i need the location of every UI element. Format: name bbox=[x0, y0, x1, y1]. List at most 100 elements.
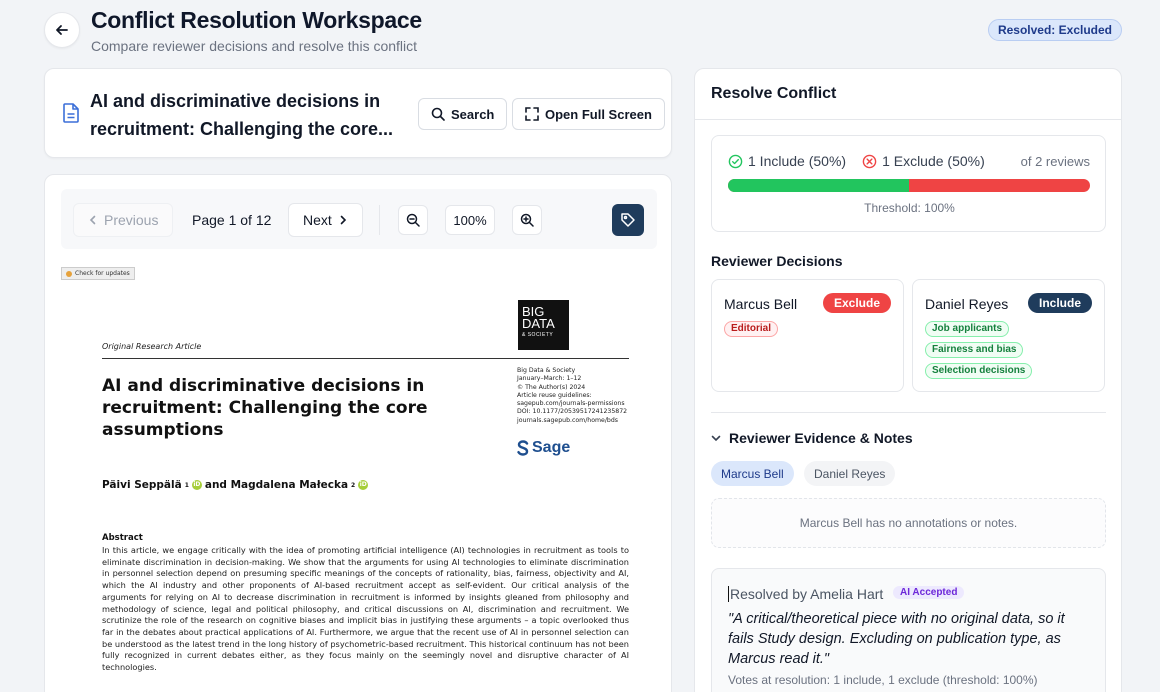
document-title: AI and discriminative decisions in recru… bbox=[90, 91, 394, 139]
journal-logo: BIG DATA & SOCIETY bbox=[518, 300, 569, 350]
zoom-in-button[interactable] bbox=[512, 205, 542, 235]
author-1-affiliation: 1 bbox=[184, 481, 189, 489]
total-reviews: of 2 reviews bbox=[1020, 153, 1090, 169]
crossmark-icon bbox=[66, 270, 72, 277]
author-2: and Magdalena Małecka bbox=[204, 479, 349, 491]
logo-line-3: & SOCIETY bbox=[522, 332, 554, 338]
vote-summary-card: 1 Include (50%) 1 Exclude (50%) of 2 rev… bbox=[711, 135, 1106, 232]
search-button-label: Search bbox=[451, 106, 495, 122]
resolve-conflict-title: Resolve Conflict bbox=[711, 85, 837, 102]
exclude-count: 1 Exclude (50%) bbox=[862, 153, 985, 169]
previous-label: Previous bbox=[104, 212, 159, 228]
pdf-page: Check for updates BIG DATA & SOCIETY Ori… bbox=[45, 263, 671, 692]
threshold-label: Threshold: 100% bbox=[864, 201, 955, 215]
file-text-icon bbox=[63, 103, 79, 123]
open-full-screen-label: Open Full Screen bbox=[545, 106, 652, 122]
abstract-text: In this article, we engage critically wi… bbox=[102, 545, 629, 673]
previous-page-button[interactable]: Previous bbox=[73, 203, 174, 237]
resolve-conflict-panel: Resolve Conflict 1 Include (50%) 1 Exclu… bbox=[694, 68, 1122, 692]
include-count-text: 1 Include (50%) bbox=[748, 153, 847, 169]
status-badge: Resolved: Excluded bbox=[987, 19, 1122, 41]
reviewer-tags: Editorial bbox=[724, 321, 779, 337]
document-header: AI and discriminative decisions in recru… bbox=[44, 68, 672, 158]
abstract-heading: Abstract bbox=[102, 533, 143, 543]
viewer-toolbar: Previous Page 1 of 12 Next 100% bbox=[61, 189, 657, 249]
paper-title: AI and discriminative decisions in recru… bbox=[102, 376, 428, 440]
page-header: Conflict Resolution Workspace Compare re… bbox=[0, 0, 1160, 68]
exclude-count-text: 1 Exclude (50%) bbox=[882, 153, 985, 169]
zoom-in-icon bbox=[520, 213, 534, 227]
zoom-level: 100% bbox=[445, 205, 495, 235]
document-panel: AI and discriminative decisions in recru… bbox=[44, 68, 672, 692]
journal-info-line: January–March: 1–12 bbox=[517, 375, 582, 383]
page-subtitle: Compare reviewer decisions and resolve t… bbox=[91, 38, 418, 54]
decision-badge-exclude: Exclude bbox=[822, 293, 891, 313]
reviewer-card-daniel-reyes: Daniel Reyes Include Job applicants Fair… bbox=[912, 279, 1105, 392]
journal-info: Big Data & Society January–March: 1–12 ©… bbox=[517, 367, 642, 425]
journal-info-line: Big Data & Society bbox=[517, 367, 576, 374]
reason-tag: Fairness and bias bbox=[925, 342, 1024, 358]
page-indicator: Page 1 of 12 bbox=[192, 212, 272, 228]
chevron-down-icon bbox=[711, 435, 721, 442]
reason-tag: Editorial bbox=[724, 321, 779, 337]
check-circle-icon bbox=[728, 154, 743, 168]
maximize-icon bbox=[525, 107, 539, 121]
search-button[interactable]: Search bbox=[418, 98, 508, 130]
ai-accepted-badge: AI Accepted bbox=[893, 586, 965, 599]
vote-counts: 1 Include (50%) 1 Exclude (50%) of 2 rev… bbox=[728, 153, 1090, 169]
reviewer-name: Marcus Bell bbox=[724, 296, 798, 312]
reason-tag: Selection decisions bbox=[925, 363, 1033, 379]
journal-info-line: DOI: 10.1177/20539517241235872 bbox=[517, 408, 628, 416]
evidence-notes-heading: Reviewer Evidence & Notes bbox=[729, 430, 913, 446]
reviewer-decisions-heading: Reviewer Decisions bbox=[711, 253, 843, 269]
paper-authors: Päivi Seppälä 1 iD and Magdalena Małecka 2… bbox=[102, 479, 369, 491]
next-label: Next bbox=[303, 212, 332, 228]
resolution-card: Resolved by Amelia Hart AI Accepted "A c… bbox=[711, 568, 1106, 692]
check-for-updates-badge[interactable]: Check for updates bbox=[61, 267, 135, 280]
author-1: Päivi Seppälä bbox=[102, 479, 182, 491]
sage-s-icon bbox=[517, 440, 529, 456]
article-type: Original Research Article bbox=[102, 342, 202, 351]
back-button[interactable] bbox=[44, 12, 80, 48]
reviewer-tags: Job applicants Fairness and bias Selecti… bbox=[925, 321, 1033, 379]
tab-marcus-bell[interactable]: Marcus Bell bbox=[711, 461, 794, 486]
votes-at-resolution: Votes at resolution: 1 include, 1 exclud… bbox=[728, 673, 1038, 687]
resolved-by: Resolved by Amelia Hart bbox=[728, 586, 884, 602]
author-2-affiliation: 2 bbox=[351, 481, 356, 489]
orcid-icon[interactable]: iD bbox=[191, 480, 202, 490]
zoom-out-button[interactable] bbox=[398, 205, 428, 235]
next-page-button[interactable]: Next bbox=[288, 203, 363, 237]
pdf-viewer: Previous Page 1 of 12 Next 100% Check fo… bbox=[44, 174, 672, 692]
include-count: 1 Include (50%) bbox=[728, 153, 846, 169]
chevron-right-icon bbox=[340, 215, 346, 225]
logo-line-2: DATA bbox=[522, 316, 555, 331]
notes-empty-state: Marcus Bell has no annotations or notes. bbox=[711, 498, 1106, 548]
journal-info-line: sagepub.com/journals-permissions bbox=[517, 400, 625, 408]
panel-divider bbox=[695, 119, 1121, 120]
reviewer-card-marcus-bell: Marcus Bell Exclude Editorial bbox=[711, 279, 904, 392]
evidence-notes-toggle[interactable]: Reviewer Evidence & Notes bbox=[711, 430, 913, 446]
reason-tag: Job applicants bbox=[925, 321, 1010, 337]
reviewer-name: Daniel Reyes bbox=[925, 296, 1009, 312]
paper-rule bbox=[102, 358, 629, 359]
journal-info-line: Article reuse guidelines: bbox=[517, 391, 592, 399]
page-title: Conflict Resolution Workspace bbox=[91, 7, 422, 33]
tag-button[interactable] bbox=[612, 204, 644, 236]
zoom-out-icon bbox=[406, 213, 420, 227]
tab-daniel-reyes[interactable]: Daniel Reyes bbox=[804, 461, 896, 486]
publisher-name: Sage bbox=[532, 439, 571, 456]
chevron-left-icon bbox=[89, 215, 96, 225]
publisher-logo: Sage bbox=[517, 439, 570, 457]
check-updates-label: Check for updates bbox=[75, 270, 130, 277]
search-icon bbox=[431, 107, 445, 121]
resolution-rationale: "A critical/theoretical piece with no or… bbox=[728, 611, 1065, 667]
tag-icon bbox=[621, 213, 635, 227]
open-full-screen-button[interactable]: Open Full Screen bbox=[512, 98, 665, 130]
orcid-icon[interactable]: iD bbox=[358, 480, 369, 490]
vote-progress-bar bbox=[728, 179, 1090, 192]
journal-info-line: journals.sagepub.com/home/bds bbox=[517, 416, 618, 424]
section-divider bbox=[711, 412, 1106, 413]
x-circle-icon bbox=[862, 154, 877, 168]
include-progress-fill bbox=[728, 179, 909, 192]
toolbar-divider bbox=[379, 205, 380, 235]
